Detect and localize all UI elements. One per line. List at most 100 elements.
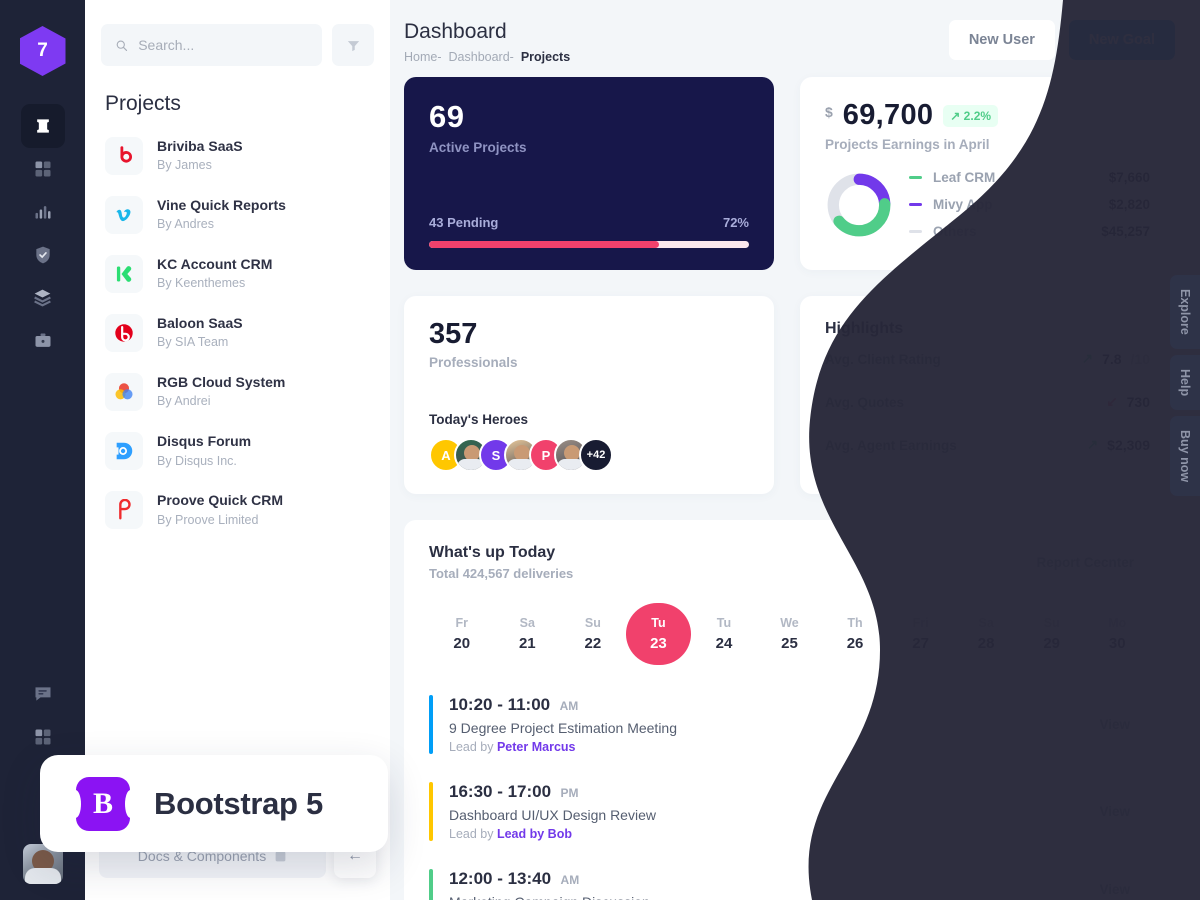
rail-item-briefcase[interactable] [21, 319, 65, 363]
progress-percent: 72% [722, 215, 749, 230]
shield-check-icon [35, 246, 50, 263]
breadcrumb: Home- Dashboard- Projects [404, 50, 570, 64]
search-box[interactable] [101, 24, 322, 66]
rail-slot [21, 672, 65, 715]
bar-chart-icon [35, 205, 50, 219]
breadcrumb-item[interactable]: Dashboard- [449, 50, 514, 64]
event-ampm: PM [560, 786, 579, 800]
day-pill[interactable]: Fr 20 [429, 603, 495, 665]
event-lead-name[interactable]: Peter Marcus [497, 740, 576, 754]
todays-heroes-label: Today's Heroes [429, 412, 528, 427]
legend-item: Others [909, 224, 995, 239]
event-title: Marketing Campaign Discussion [449, 894, 650, 900]
highlight-name: Avg. Quotes [825, 394, 905, 410]
list-item[interactable]: KC Account CRM By Keenthemes [101, 244, 374, 303]
earnings-headline: $ 69,700 ↗ 2.2% [825, 99, 1150, 132]
logo-badge-number: 7 [37, 40, 48, 61]
legend-label: Mivy App [933, 197, 993, 212]
currency-symbol: $ [825, 104, 833, 120]
project-name: KC Account CRM [157, 256, 273, 273]
report-center-button[interactable]: Report Cecnter [1020, 544, 1150, 580]
trend-down-icon: ↙ [1106, 394, 1118, 409]
grid-icon [35, 161, 50, 176]
list-item[interactable]: Vine Quick Reports By Andres [101, 185, 374, 244]
rail-slot [21, 147, 65, 190]
day-pill[interactable]: Tu 24 [691, 603, 757, 665]
professionals-card: 357 Professionals Today's Heroes A S P +42 [404, 296, 774, 494]
chat-icon [35, 686, 50, 701]
app-logo[interactable]: 7 [19, 26, 66, 76]
project-name: Proove Quick CRM [157, 492, 284, 509]
day-pill[interactable]: Fri 27 [888, 603, 954, 665]
event-title: 9 Degree Project Estimation Meeting [449, 720, 677, 736]
project-logo [105, 254, 143, 293]
filter-button[interactable] [332, 24, 374, 66]
day-pill[interactable]: Sa 28 [953, 603, 1019, 665]
whats-up-today-card: What's up Today Total 424,567 deliveries… [404, 520, 1175, 900]
day-number: 29 [1043, 635, 1061, 652]
rail-item-layers[interactable] [21, 276, 65, 320]
highlights-title: Highlights [825, 320, 904, 337]
day-pill-active[interactable]: Tu 23 [625, 603, 692, 665]
earnings-card: $ 69,700 ↗ 2.2% Projects Earnings in Apr… [800, 77, 1175, 270]
day-of-week: Tu [651, 616, 666, 630]
search-input[interactable] [138, 37, 308, 53]
professionals-count: 357 [429, 318, 478, 350]
event-time-row: 12:00 - 13:40 AM [449, 869, 650, 889]
day-pill[interactable]: Th 26 [822, 603, 888, 665]
day-pill[interactable]: Su 22 [560, 603, 626, 665]
list-item[interactable]: Proove Quick CRM By Proove Limited [101, 480, 374, 539]
search-icon [116, 40, 128, 51]
grid-column-left: 69 Active Projects 43 Pending 72% 357 Pr… [404, 77, 774, 494]
project-logo [105, 313, 143, 352]
tab-help[interactable]: Help [1170, 354, 1200, 410]
rail-item-analytics[interactable] [21, 190, 65, 234]
event-time: 10:20 - 11:00 [449, 695, 551, 714]
day-number: 22 [584, 635, 602, 652]
panel-title: Projects [105, 92, 181, 115]
active-projects-card: 69 Active Projects 43 Pending 72% [404, 77, 774, 270]
breadcrumb-item[interactable]: Home- [404, 50, 442, 64]
new-user-button[interactable]: New User [948, 20, 1055, 60]
cube-icon [36, 118, 49, 133]
day-selector: Fr 20 Sa 21 Su 22 Tu 23 Tu 24 We 25 Th 26 Fri 27 Sa 28 Su 2… [429, 603, 1150, 665]
project-author: By Proove Limited [157, 512, 259, 527]
event-color-bar [429, 695, 433, 754]
view-button[interactable]: View [1079, 706, 1150, 743]
event-lead-name[interactable]: Lead by Bob [497, 827, 572, 841]
list-item[interactable]: Disqus Forum By Disqus Inc. [101, 421, 374, 480]
day-pill[interactable]: Mo 30 [1084, 603, 1150, 665]
day-number: 24 [715, 635, 733, 652]
list-item[interactable]: Baloon SaaS By SIA Team [101, 303, 374, 362]
highlight-value-group: ↗ $2,309 [1087, 437, 1150, 453]
project-logo [105, 490, 143, 529]
tab-explore[interactable]: Explore [1170, 275, 1200, 349]
bootstrap-logo-letter: B [92, 786, 113, 820]
rail-slot [21, 319, 65, 362]
new-goal-button[interactable]: New Goal [1068, 20, 1175, 60]
top-bar-actions: New User New Goal [948, 20, 1175, 60]
list-item[interactable]: RGB Cloud System By Andrei [101, 362, 374, 421]
avatar-initial[interactable]: +42 [579, 438, 613, 472]
day-pill[interactable]: We 25 [757, 603, 823, 665]
rail-item-chat[interactable] [21, 672, 65, 716]
tab-buy-now[interactable]: Buy now [1170, 415, 1200, 497]
event-list: 10:20 - 11:00 AM 9 Degree Project Estima… [429, 681, 1150, 900]
day-of-week: We [780, 616, 799, 630]
legend-item: Leaf CRM [909, 170, 995, 185]
list-item[interactable]: Briviba SaaS By James [101, 126, 374, 185]
proove-icon [119, 498, 131, 520]
rail-item-grid-bottom[interactable] [21, 715, 65, 759]
day-pill[interactable]: Sa 21 [495, 603, 561, 665]
view-button[interactable]: View [1079, 793, 1150, 830]
rail-item-grid[interactable] [21, 147, 65, 191]
day-number: 25 [781, 635, 798, 652]
bootstrap-badge: B Bootstrap 5 [40, 755, 388, 852]
day-pill[interactable]: Su 29 [1019, 603, 1085, 665]
view-button[interactable]: View [1079, 871, 1150, 900]
project-name: RGB Cloud System [157, 374, 286, 391]
day-of-week: Sa [978, 616, 994, 630]
rail-item-cube[interactable] [20, 103, 65, 148]
highlight-name: Avg. Client Rating [825, 351, 941, 367]
rail-item-security[interactable] [21, 233, 65, 277]
